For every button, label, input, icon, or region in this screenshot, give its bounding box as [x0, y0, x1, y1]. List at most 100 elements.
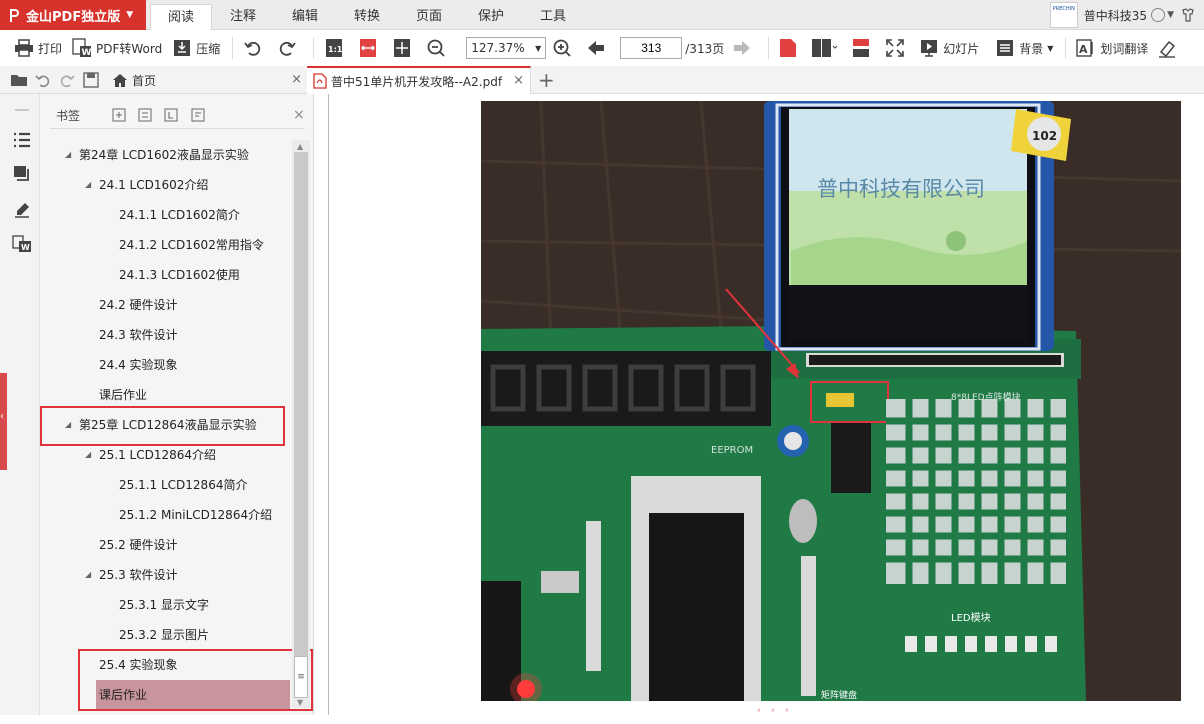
expand-triangle-icon[interactable]: ◢	[85, 440, 91, 470]
tab-document[interactable]: 普中51单片机开发攻略--A2.pdf ×	[307, 66, 531, 94]
single-page-button[interactable]	[779, 34, 801, 62]
bookmark-item[interactable]: 24.2 硬件设计	[40, 290, 290, 320]
svg-text:W: W	[21, 243, 30, 252]
expand-triangle-icon[interactable]: ◢	[65, 140, 71, 170]
close-icon[interactable]: ×	[291, 72, 302, 87]
menu-tools[interactable]: 工具	[522, 4, 584, 30]
lcd-display-text: 普中科技有限公司	[817, 177, 985, 201]
bookmark-list-icon[interactable]	[12, 130, 32, 150]
bookmark-scrollbar[interactable]: ▲ ≡ ▼	[292, 140, 310, 708]
app-menu-button[interactable]: 金山PDF独立版 ▼	[0, 0, 146, 30]
tab-home[interactable]: 首页 ×	[106, 66, 306, 94]
bookmark-item[interactable]: ◢ 第24章 LCD1602液晶显示实验	[40, 140, 290, 170]
close-icon[interactable]: ×	[513, 73, 524, 88]
bookmark-item[interactable]: 25.3.1 显示文字	[40, 590, 290, 620]
slideshow-button[interactable]: 幻灯片	[919, 34, 979, 62]
thumbnails-icon[interactable]	[12, 164, 32, 184]
bookmark-item[interactable]: 25.3.2 显示图片	[40, 620, 290, 650]
zoom-in-button[interactable]	[552, 34, 576, 62]
open-folder-icon[interactable]	[10, 71, 28, 89]
close-icon[interactable]: ×	[293, 107, 305, 123]
skin-icon[interactable]	[1180, 7, 1196, 23]
add-bookmark-icon[interactable]	[112, 108, 126, 122]
bookmark-item[interactable]: 25.2 硬件设计	[40, 530, 290, 560]
background-icon	[997, 40, 1014, 56]
redo-icon[interactable]	[58, 71, 76, 89]
fit-width-icon	[360, 39, 377, 57]
expand-triangle-icon[interactable]: ◢	[85, 170, 91, 200]
menu-protect[interactable]: 保护	[460, 4, 522, 30]
bookmark-label: 25.3.1 显示文字	[119, 598, 209, 612]
avatar[interactable]: PRECHIN	[1049, 2, 1078, 28]
bookmark-item[interactable]: 24.4 实验现象	[40, 350, 290, 380]
left-rail: W	[0, 94, 40, 715]
bookmark-item[interactable]: ◢ 第25章 LCD12864液晶显示实验	[40, 410, 290, 440]
save-icon[interactable]	[82, 71, 100, 89]
bookmark-item[interactable]: 课后作业	[40, 380, 290, 410]
background-button[interactable]: 背景 ▼	[995, 34, 1053, 62]
document-view[interactable]: 普中科技有限公司 102 8*8LED点阵模块 EEPROM LED模块 矩阵键…	[315, 94, 1204, 724]
menu-read[interactable]: 阅读	[150, 4, 212, 31]
bookmark-item-selected[interactable]: 课后作业	[96, 680, 290, 710]
bookmark-item[interactable]: ◢ 24.1 LCD1602介绍	[40, 170, 290, 200]
bookmark-item[interactable]: 25.4 实验现象	[40, 650, 290, 680]
continuous-page-button[interactable]	[851, 34, 875, 62]
bookmark-item[interactable]: ◢ 25.3 软件设计	[40, 560, 290, 590]
user-name[interactable]: 普中科技35	[1084, 7, 1147, 24]
expand-triangle-icon[interactable]: ◢	[85, 560, 91, 590]
continuous-page-icon	[853, 39, 870, 57]
annotations-icon[interactable]	[12, 200, 32, 220]
bookmark-rename-icon[interactable]	[191, 108, 205, 122]
bookmark-settings-icon[interactable]	[164, 108, 178, 122]
bookmark-item[interactable]: 25.1.1 LCD12864简介	[40, 470, 290, 500]
menu-page[interactable]: 页面	[398, 4, 460, 30]
zoom-out-icon	[427, 39, 445, 57]
fit-page-button[interactable]	[392, 34, 416, 62]
pdf-to-word-button[interactable]: W PDF转Word	[72, 34, 162, 62]
bookmark-item[interactable]: 24.1.2 LCD1602常用指令	[40, 230, 290, 260]
undo-icon[interactable]	[34, 71, 52, 89]
bookmark-item[interactable]: 25.1.2 MiniLCD12864介绍	[40, 500, 290, 530]
bookmark-label: 25.4 实验现象	[99, 658, 178, 672]
zoom-out-button[interactable]	[426, 34, 450, 62]
collapse-panel-handle[interactable]	[0, 373, 7, 470]
user-status-icon[interactable]	[1151, 8, 1166, 22]
bookmark-item[interactable]: 24.1.3 LCD1602使用	[40, 260, 290, 290]
double-page-button[interactable]	[811, 34, 841, 62]
scroll-track[interactable]	[294, 152, 308, 697]
app-name: 金山PDF独立版	[26, 9, 121, 25]
slideshow-icon	[921, 40, 938, 57]
bookmark-panel-title: 书签	[56, 108, 81, 123]
eraser-button[interactable]	[1158, 34, 1180, 62]
previous-page-button[interactable]	[586, 34, 610, 62]
page-number-input[interactable]	[620, 37, 683, 59]
menu-annotate[interactable]: 注释	[212, 4, 274, 30]
document-tabs: 首页 × 普中51单片机开发攻略--A2.pdf × +	[0, 66, 1204, 94]
compress-button[interactable]: 压缩	[172, 34, 220, 62]
scroll-thumb[interactable]: ≡	[294, 656, 308, 698]
rotate-right-button[interactable]	[277, 34, 301, 62]
add-tab-button[interactable]: +	[538, 68, 555, 92]
bookmark-item[interactable]: 24.1.1 LCD1602简介	[40, 200, 290, 230]
scroll-up-icon[interactable]: ▲	[297, 142, 303, 151]
expand-all-icon[interactable]	[138, 108, 152, 122]
expand-triangle-icon[interactable]: ◢	[65, 410, 71, 440]
translate-button[interactable]: A 划词翻译	[1076, 34, 1148, 62]
rotate-left-button[interactable]	[243, 34, 267, 62]
print-button[interactable]: 打印	[14, 34, 62, 62]
actual-size-button[interactable]: 1:1	[324, 34, 348, 62]
chevron-down-icon[interactable]: ▼	[1167, 10, 1174, 20]
bookmark-label: 24.1.1 LCD1602简介	[119, 208, 240, 222]
chevron-down-icon: ▼	[1047, 43, 1054, 53]
zoom-select[interactable]: 127.37% ▼	[466, 37, 547, 59]
bookmark-item[interactable]: 24.3 软件设计	[40, 320, 290, 350]
account-area[interactable]: PRECHIN 普中科技35 ▼	[1049, 2, 1196, 28]
fit-width-button[interactable]	[358, 34, 382, 62]
fullscreen-button[interactable]	[885, 34, 909, 62]
menu-edit[interactable]: 编辑	[274, 4, 336, 30]
bookmark-item[interactable]: ◢ 25.1 LCD12864介绍	[40, 440, 290, 470]
next-page-button[interactable]	[732, 34, 756, 62]
menu-convert[interactable]: 转换	[336, 4, 398, 30]
scroll-down-icon[interactable]: ▼	[297, 698, 303, 707]
word-export-icon[interactable]: W	[12, 234, 32, 254]
